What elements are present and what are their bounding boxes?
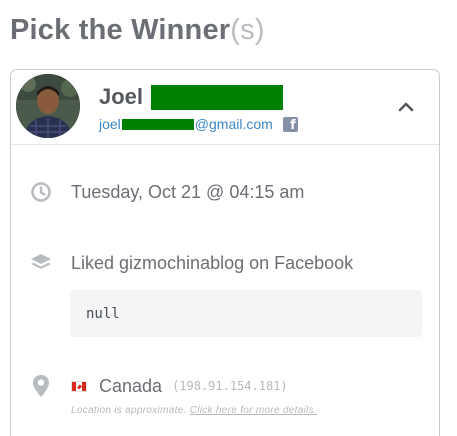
page-title: Pick the Winner(s) <box>10 14 265 47</box>
action-value: null <box>86 305 120 322</box>
clock-icon <box>29 180 53 204</box>
pick-winner-page: Pick the Winner(s) Joel joel @gmail.com … <box>0 0 457 436</box>
location-note-text: Location is approximate. <box>71 405 187 416</box>
entry-timestamp: Tuesday, Oct 21 @ 04:15 am <box>71 181 305 202</box>
entry-action: Liked gizmochinablog on Facebook <box>71 252 354 273</box>
location-note: Location is approximate. Click here for … <box>71 405 317 416</box>
layers-icon <box>29 251 53 275</box>
winner-card: Joel joel @gmail.com f Tuesday, Oct 21 @… <box>10 69 440 436</box>
action-value-box: null <box>70 290 422 337</box>
redacted-name-block <box>151 84 284 110</box>
winner-email-suffix: @gmail.com <box>194 116 273 132</box>
avatar-image <box>16 74 80 138</box>
location-details-link[interactable]: Click here for more details. <box>190 405 317 416</box>
canada-flag-icon <box>71 380 87 392</box>
entry-ip-address: (198.91.154.181) <box>172 379 288 393</box>
entry-timestamp-row: Tuesday, Oct 21 @ 04:15 am <box>29 180 304 204</box>
chevron-up-icon <box>398 102 414 112</box>
page-title-text: Pick the Winner <box>10 14 231 46</box>
entry-action-row: Liked gizmochinablog on Facebook <box>29 251 353 275</box>
avatar <box>16 74 80 138</box>
map-pin-icon <box>29 374 53 398</box>
entry-location-row: Canada (198.91.154.181) <box>29 374 288 398</box>
winner-email-row: joel @gmail.com f <box>99 116 298 133</box>
winner-name: Joel <box>99 84 144 109</box>
winner-email-prefix: joel <box>99 116 121 132</box>
redacted-email-block <box>121 118 194 130</box>
winner-card-header[interactable]: Joel joel @gmail.com f <box>11 70 439 145</box>
collapse-button[interactable] <box>394 97 418 117</box>
winner-name-row: Joel <box>99 84 284 110</box>
facebook-icon: f <box>282 116 298 133</box>
entry-country: Canada <box>99 375 163 396</box>
page-title-suffix: (s) <box>230 14 265 46</box>
